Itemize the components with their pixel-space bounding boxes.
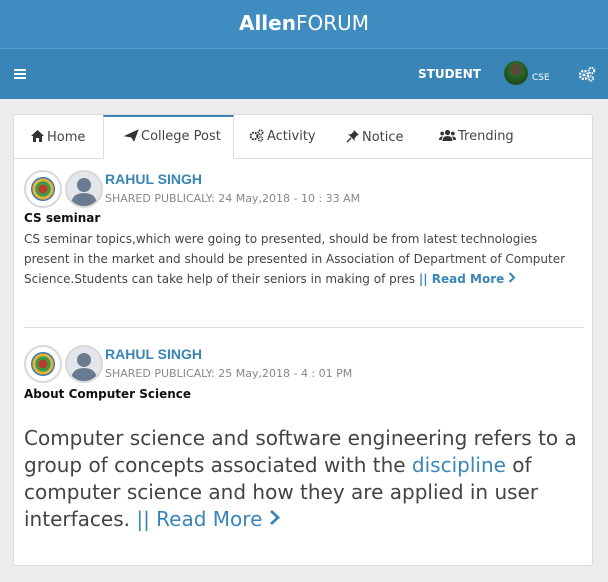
user-role-label[interactable]: STUDENT bbox=[418, 67, 481, 81]
tab-home-label: Home bbox=[47, 130, 86, 145]
tab-home[interactable]: Home bbox=[30, 129, 85, 145]
read-more-link[interactable]: || Read More bbox=[419, 272, 517, 286]
post-title: CS seminar bbox=[24, 211, 101, 225]
read-more-label: || Read More bbox=[136, 507, 263, 531]
settings-gears-icon[interactable] bbox=[578, 66, 596, 82]
tab-activity[interactable]: Activity bbox=[249, 129, 316, 144]
post-card: RAHUL SINGH SHARED PUBLICALY: 25 May,201… bbox=[24, 345, 584, 535]
tab-trending[interactable]: Trending bbox=[439, 129, 514, 144]
chevron-right-icon bbox=[509, 272, 516, 283]
read-more-link[interactable]: || Read More bbox=[136, 507, 280, 531]
tab-college-post[interactable]: College Post bbox=[103, 115, 234, 159]
brand-bold: Allen bbox=[238, 11, 296, 35]
tab-trending-label: Trending bbox=[458, 129, 514, 144]
post-author[interactable]: RAHUL SINGH bbox=[105, 171, 202, 187]
college-logo bbox=[24, 170, 62, 208]
author-avatar-icon[interactable] bbox=[65, 170, 103, 208]
user-avatar[interactable] bbox=[504, 61, 528, 85]
read-more-label: || Read More bbox=[418, 272, 505, 286]
home-icon bbox=[31, 130, 44, 142]
post-body: Computer science and software engineerin… bbox=[24, 425, 584, 533]
brand-rest: FORUM bbox=[295, 11, 370, 35]
author-avatar-icon[interactable] bbox=[65, 345, 103, 383]
post-timestamp: SHARED PUBLICALY: 24 May,2018 - 10 : 33 … bbox=[105, 192, 361, 205]
tab-activity-label: Activity bbox=[267, 129, 316, 144]
tab-college-post-label: College Post bbox=[141, 129, 221, 144]
post-title: About Computer Science bbox=[24, 387, 192, 401]
post-divider bbox=[24, 327, 584, 328]
discipline-link[interactable]: discipline bbox=[412, 453, 506, 477]
tab-notice-label: Notice bbox=[362, 130, 404, 145]
paper-plane-icon bbox=[123, 129, 139, 142]
navbar: STUDENT CSE bbox=[0, 48, 608, 99]
top-header: AllenFORUM bbox=[0, 0, 608, 48]
chevron-right-icon bbox=[269, 509, 280, 526]
feed-panel: Home College Post Activity Notice Trendi… bbox=[13, 114, 593, 566]
college-logo bbox=[24, 345, 62, 383]
post-body: CS seminar topics,which were going to pr… bbox=[24, 229, 584, 289]
tab-bar: Home College Post Activity Notice Trendi… bbox=[14, 115, 592, 159]
post-card: RAHUL SINGH SHARED PUBLICALY: 24 May,201… bbox=[24, 170, 584, 320]
post-timestamp: SHARED PUBLICALY: 25 May,2018 - 4 : 01 P… bbox=[105, 367, 353, 380]
users-icon bbox=[439, 129, 456, 141]
pin-icon bbox=[346, 130, 359, 143]
post-author[interactable]: RAHUL SINGH bbox=[105, 346, 202, 362]
department-label: CSE bbox=[532, 73, 550, 83]
app-brand[interactable]: AllenFORUM bbox=[0, 11, 608, 35]
hamburger-menu-icon[interactable] bbox=[14, 69, 26, 79]
gears-icon bbox=[249, 129, 264, 142]
tab-notice[interactable]: Notice bbox=[346, 129, 404, 145]
